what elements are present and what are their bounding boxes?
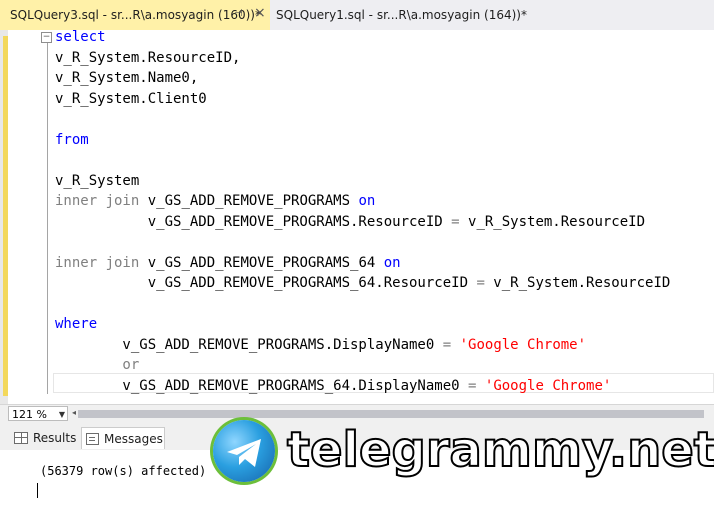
pin-icon[interactable]: ⊣: [234, 8, 243, 19]
code-line[interactable]: or: [55, 355, 670, 376]
code-token: where: [55, 316, 98, 332]
code-token: v_GS_ADD_REMOVE_PROGRAMS.ResourceID: [55, 213, 452, 230]
code-token: v_R_System.ResourceID: [459, 213, 646, 230]
code-line[interactable]: v_R_System.Name0,: [55, 68, 670, 89]
code-token: select: [55, 29, 106, 45]
telegram-logo-icon: [213, 420, 275, 482]
code-line[interactable]: select: [55, 27, 670, 48]
change-marker: [3, 36, 8, 396]
tab-results-label: Results: [33, 431, 77, 445]
tab-messages[interactable]: Messages: [81, 427, 165, 449]
horizontal-scrollbar[interactable]: [78, 410, 704, 418]
message-text: (56379 row(s) affected): [40, 464, 207, 478]
code-line[interactable]: v_GS_ADD_REMOVE_PROGRAMS.DisplayName0 = …: [55, 335, 670, 356]
code-line[interactable]: v_GS_ADD_REMOVE_PROGRAMS_64.ResourceID =…: [55, 273, 671, 294]
tab-results[interactable]: Results: [10, 427, 78, 449]
code-token: =: [476, 275, 485, 291]
text-caret: [37, 483, 38, 498]
code-token: from: [55, 131, 89, 148]
tab-sqlquery3[interactable]: SQLQuery3.sql - sr...R\a.mosyagin (160))…: [0, 0, 270, 30]
scroll-left-icon[interactable]: ◂: [72, 408, 76, 417]
code-token: v_R_System: [55, 172, 140, 189]
close-icon[interactable]: ×: [254, 6, 266, 20]
code-line[interactable]: v_GS_ADD_REMOVE_PROGRAMS_64.DisplayName0…: [55, 376, 670, 397]
grid-icon: [14, 432, 28, 444]
messages-icon: [86, 432, 99, 445]
code-line[interactable]: [55, 150, 670, 171]
code-token: =: [442, 336, 452, 353]
code-token: v_R_System.ResourceID: [484, 275, 671, 291]
code-line[interactable]: where: [55, 314, 670, 335]
code-text[interactable]: select v_R_System.ResourceID, v_R_System.N…: [55, 27, 670, 396]
code-line[interactable]: inner join v_GS_ADD_REMOVE_PROGRAMS_64 o…: [55, 253, 670, 274]
code-token: on: [383, 254, 401, 271]
code-token: v_R_System.Name0,: [55, 70, 199, 86]
code-line[interactable]: inner join v_GS_ADD_REMOVE_PROGRAMS on: [55, 191, 670, 212]
tab-sqlquery1-label: SQLQuery1.sql - sr...R\a.mosyagin (164))…: [276, 8, 527, 22]
code-token: v_GS_ADD_REMOVE_PROGRAMS_64.ResourceID: [55, 275, 477, 291]
code-token: v_R_System.ResourceID,: [55, 49, 241, 66]
code-line[interactable]: [55, 109, 670, 130]
code-line[interactable]: [55, 232, 670, 253]
code-token: v_GS_ADD_REMOVE_PROGRAMS.DisplayName0: [55, 336, 443, 353]
tab-sqlquery3-label: SQLQuery3.sql - sr...R\a.mosyagin (160))…: [10, 8, 261, 22]
code-token: inner join: [55, 254, 140, 271]
document-tab-bar: SQLQuery3.sql - sr...R\a.mosyagin (160))…: [0, 0, 714, 30]
code-line[interactable]: v_R_System.ResourceID,: [55, 48, 670, 69]
paper-plane-icon: [227, 439, 261, 467]
code-token: 'Google Chrome': [484, 377, 612, 394]
query-editor[interactable]: − select v_R_System.ResourceID, v_R_System…: [0, 27, 714, 404]
tab-sqlquery1[interactable]: SQLQuery1.sql - sr...R\a.mosyagin (164))…: [270, 0, 714, 30]
outline-line: [47, 42, 48, 394]
code-token: v_GS_ADD_REMOVE_PROGRAMS: [139, 193, 359, 209]
code-token: on: [358, 193, 376, 209]
code-token: 'Google Chrome': [459, 336, 587, 353]
collapse-icon[interactable]: −: [41, 32, 52, 43]
chevron-down-icon: ▼: [58, 410, 65, 419]
code-token: v_GS_ADD_REMOVE_PROGRAMS_64: [139, 254, 384, 271]
code-line[interactable]: v_R_System: [55, 171, 670, 192]
watermark-text: telegrammy.net: [286, 421, 714, 479]
code-token: inner join: [55, 193, 140, 209]
zoom-value: 121 %: [12, 408, 47, 421]
code-token: v_GS_ADD_REMOVE_PROGRAMS_64.DisplayName0: [55, 377, 469, 394]
code-token: or: [55, 357, 140, 373]
code-token: =: [451, 213, 460, 230]
code-line[interactable]: [55, 294, 670, 315]
zoom-select[interactable]: 121 % ▼: [8, 406, 68, 421]
editor-gutter: [0, 30, 8, 404]
code-line[interactable]: v_GS_ADD_REMOVE_PROGRAMS.ResourceID = v_…: [55, 212, 670, 233]
code-line[interactable]: v_R_System.Client0: [55, 89, 670, 110]
watermark: telegrammy.net: [213, 418, 714, 488]
code-token: v_R_System.Client0: [55, 90, 207, 107]
code-line[interactable]: from: [55, 130, 670, 151]
tab-messages-label: Messages: [104, 431, 163, 446]
